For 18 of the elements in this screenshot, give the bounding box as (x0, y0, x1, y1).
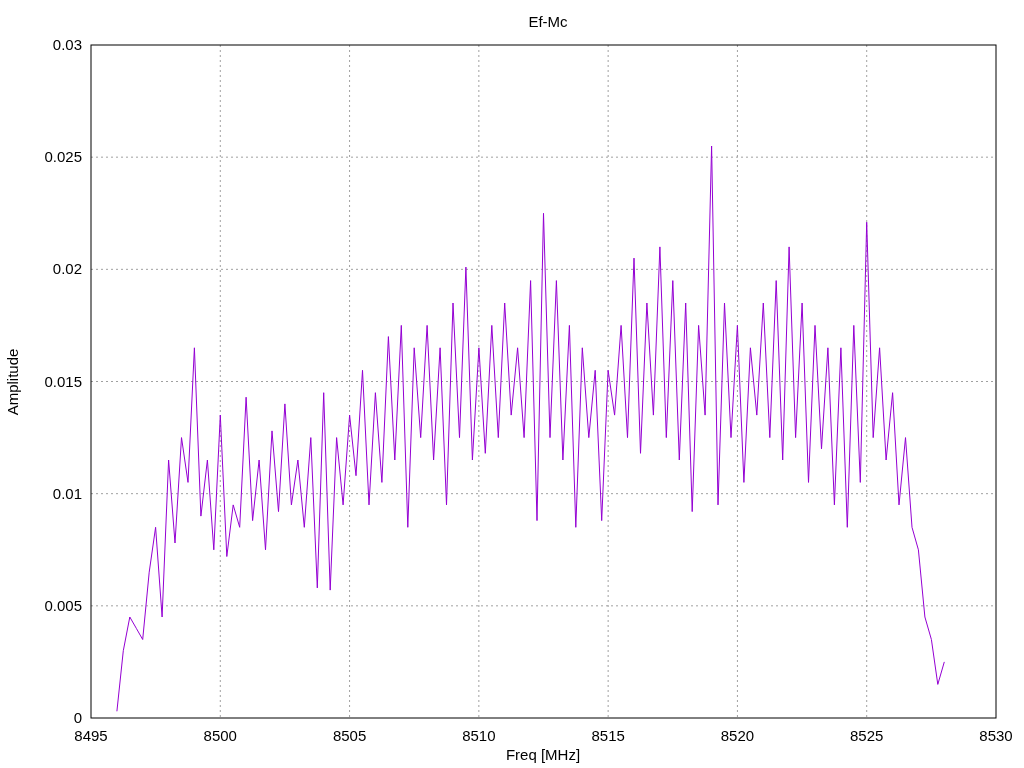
chart-title: Ef-Mc (528, 13, 568, 30)
y-tick-label: 0.02 (52, 260, 82, 278)
y-tick-label: 0 (73, 709, 82, 726)
x-axis-label: Freq [MHz] (505, 746, 581, 763)
y-tick-label: 0.025 (44, 148, 82, 166)
x-tick-label: 8530 (979, 727, 1013, 744)
x-tick-label: 8500 (203, 727, 237, 744)
x-tick-label: 8520 (720, 727, 755, 744)
y-tick-label: 0.015 (44, 372, 82, 390)
x-tick-label: 8525 (850, 727, 884, 744)
y-tick-label: 0.01 (52, 484, 82, 502)
y-axis-label: Amplitude (4, 348, 21, 416)
x-tick-label: 8510 (462, 727, 496, 744)
y-tick-label: 0.03 (52, 36, 82, 53)
y-tick-label: 0.005 (44, 596, 82, 614)
x-tick-label: 8495 (74, 727, 108, 744)
x-tick-label: 8505 (332, 727, 367, 744)
x-tick-label: 8515 (591, 727, 625, 744)
